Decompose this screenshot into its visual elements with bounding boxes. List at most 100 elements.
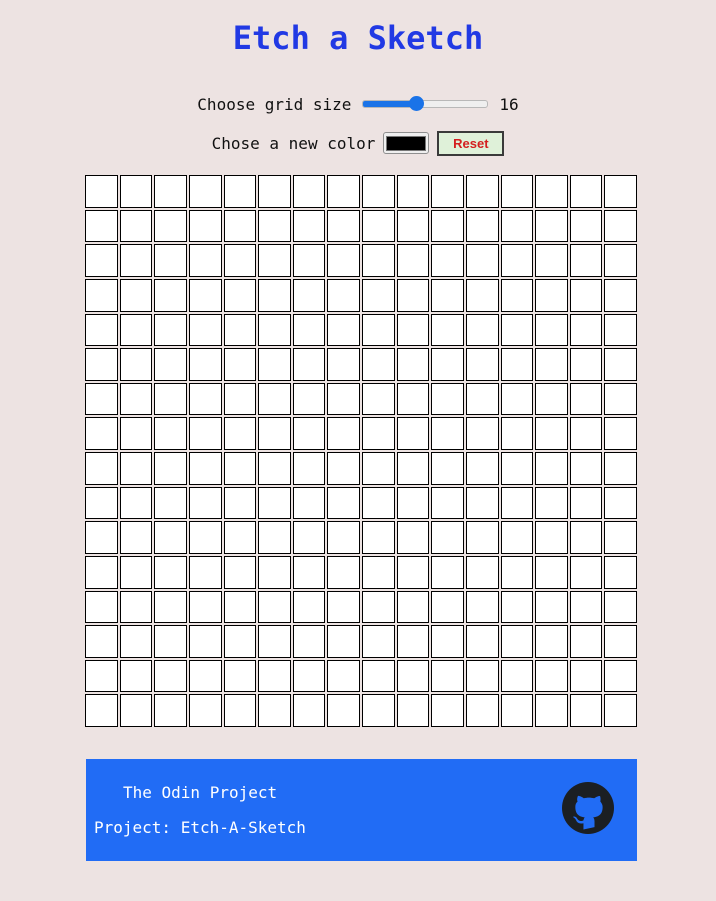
grid-cell[interactable] (85, 278, 118, 312)
grid-cell[interactable] (431, 694, 464, 727)
grid-cell[interactable] (396, 278, 430, 312)
grid-cell[interactable] (292, 382, 326, 416)
grid-cell[interactable] (396, 625, 430, 658)
grid-cell[interactable] (223, 313, 257, 347)
grid-cell[interactable] (396, 244, 430, 277)
grid-cell[interactable] (500, 521, 534, 554)
grid-cell[interactable] (500, 278, 534, 312)
grid-cell[interactable] (119, 209, 153, 243)
grid-cell[interactable] (292, 209, 326, 243)
grid-cell[interactable] (327, 278, 360, 312)
grid-cell[interactable] (569, 382, 603, 416)
grid-cell[interactable] (85, 555, 118, 589)
grid-cell[interactable] (396, 659, 430, 693)
grid-cell[interactable] (327, 521, 360, 554)
grid-cell[interactable] (604, 521, 637, 554)
grid-cell[interactable] (569, 244, 603, 277)
slider-track[interactable] (362, 100, 489, 108)
grid-cell[interactable] (569, 625, 603, 658)
grid-cell[interactable] (258, 555, 291, 589)
grid-cell[interactable] (292, 278, 326, 312)
grid-cell[interactable] (188, 555, 222, 589)
grid-cell[interactable] (292, 590, 326, 624)
grid-cell[interactable] (396, 521, 430, 554)
grid-cell[interactable] (154, 209, 187, 243)
grid-cell[interactable] (362, 590, 395, 624)
grid-cell[interactable] (188, 348, 222, 381)
grid-cell[interactable] (119, 417, 153, 450)
grid-cell[interactable] (362, 452, 395, 485)
grid-cell[interactable] (362, 278, 395, 312)
grid-cell[interactable] (223, 278, 257, 312)
grid-cell[interactable] (396, 348, 430, 381)
grid-cell[interactable] (396, 590, 430, 624)
grid-cell[interactable] (465, 659, 499, 693)
grid-cell[interactable] (154, 278, 187, 312)
grid-cell[interactable] (500, 382, 534, 416)
grid-cell[interactable] (604, 348, 637, 381)
grid-cell[interactable] (85, 590, 118, 624)
grid-cell[interactable] (119, 382, 153, 416)
grid-cell[interactable] (569, 452, 603, 485)
grid-cell[interactable] (258, 278, 291, 312)
grid-cell[interactable] (188, 625, 222, 658)
grid-cell[interactable] (85, 694, 118, 727)
grid-cell[interactable] (604, 555, 637, 589)
grid-cell[interactable] (85, 452, 118, 485)
grid-cell[interactable] (569, 348, 603, 381)
grid-cell[interactable] (85, 521, 118, 554)
grid-cell[interactable] (431, 209, 464, 243)
grid-cell[interactable] (327, 244, 360, 277)
grid-cell[interactable] (327, 555, 360, 589)
github-icon[interactable] (562, 782, 614, 834)
grid-cell[interactable] (604, 590, 637, 624)
grid-cell[interactable] (535, 625, 568, 658)
grid-cell[interactable] (292, 244, 326, 277)
grid-cell[interactable] (223, 659, 257, 693)
grid-cell[interactable] (500, 590, 534, 624)
grid-cell[interactable] (327, 486, 360, 520)
grid-cell[interactable] (569, 555, 603, 589)
grid-cell[interactable] (431, 278, 464, 312)
grid-cell[interactable] (188, 313, 222, 347)
grid-cell[interactable] (604, 382, 637, 416)
grid-cell[interactable] (465, 486, 499, 520)
grid-cell[interactable] (362, 244, 395, 277)
grid-cell[interactable] (535, 382, 568, 416)
grid-cell[interactable] (258, 382, 291, 416)
grid-cell[interactable] (396, 417, 430, 450)
grid-cell[interactable] (431, 486, 464, 520)
grid-cell[interactable] (604, 659, 637, 693)
grid-cell[interactable] (569, 278, 603, 312)
grid-cell[interactable] (85, 417, 118, 450)
grid-cell[interactable] (327, 382, 360, 416)
grid-cell[interactable] (154, 313, 187, 347)
grid-cell[interactable] (292, 659, 326, 693)
grid-cell[interactable] (396, 313, 430, 347)
grid-cell[interactable] (85, 659, 118, 693)
color-picker[interactable] (383, 132, 430, 154)
grid-cell[interactable] (500, 486, 534, 520)
grid-cell[interactable] (431, 382, 464, 416)
grid-cell[interactable] (327, 348, 360, 381)
grid-cell[interactable] (223, 486, 257, 520)
grid-cell[interactable] (258, 452, 291, 485)
grid-cell[interactable] (465, 175, 499, 208)
grid-cell[interactable] (154, 521, 187, 554)
grid-cell[interactable] (500, 313, 534, 347)
grid-cell[interactable] (604, 417, 637, 450)
grid-cell[interactable] (258, 348, 291, 381)
grid-cell[interactable] (119, 348, 153, 381)
grid-cell[interactable] (292, 452, 326, 485)
grid-cell[interactable] (292, 555, 326, 589)
grid-cell[interactable] (500, 348, 534, 381)
grid-cell[interactable] (188, 209, 222, 243)
grid-cell[interactable] (223, 175, 257, 208)
grid-cell[interactable] (154, 555, 187, 589)
grid-cell[interactable] (223, 382, 257, 416)
grid-cell[interactable] (604, 625, 637, 658)
grid-cell[interactable] (85, 313, 118, 347)
grid-cell[interactable] (188, 486, 222, 520)
grid-cell[interactable] (535, 590, 568, 624)
grid-cell[interactable] (465, 590, 499, 624)
